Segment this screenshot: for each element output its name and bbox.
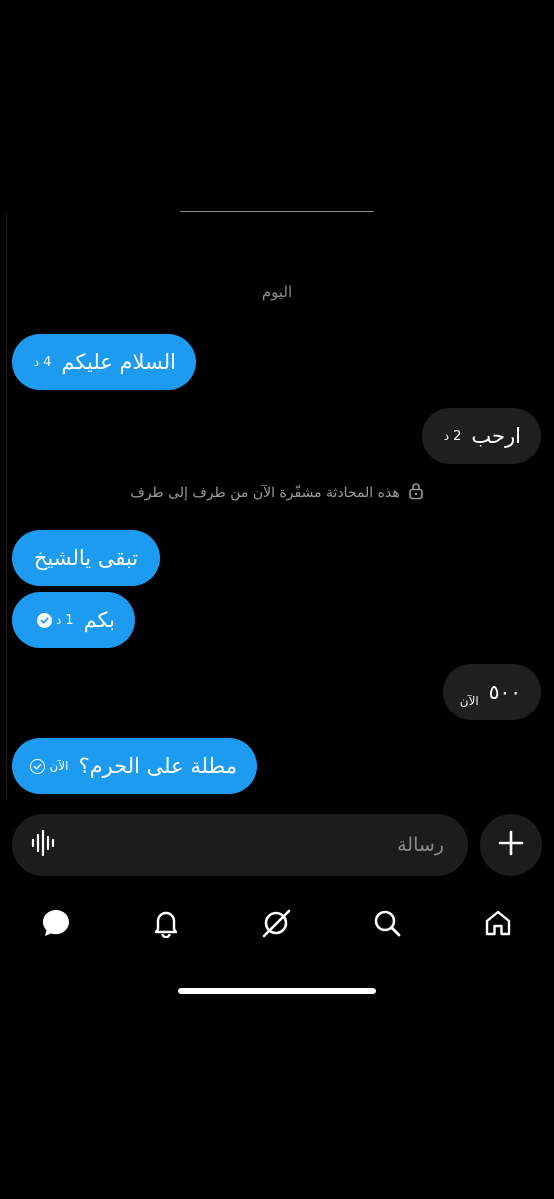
message-bubble-sent[interactable]: تبقى يالشيخ [12, 530, 160, 586]
message-text: بكم [83, 608, 115, 632]
bottom-navigation [0, 900, 554, 946]
nav-notifications[interactable] [149, 906, 183, 940]
message-bubble-sent[interactable]: السلام عليكم 4 د [12, 334, 196, 390]
nav-home[interactable] [481, 906, 515, 940]
message-bubble-sent[interactable]: بكم 1 د [12, 592, 135, 648]
message-composer[interactable]: رسالة [12, 814, 468, 876]
message-time: 1 د [36, 612, 74, 628]
grok-icon [262, 909, 291, 938]
message-time-value: 4 [43, 354, 52, 370]
nav-messages[interactable] [39, 906, 73, 940]
home-indicator [178, 988, 376, 994]
message-bubble-received[interactable]: ٥٠٠ الآن [443, 664, 541, 720]
message-bubble-received[interactable]: ارحب 2 د [422, 408, 541, 464]
message-time-unit: الآن [49, 759, 69, 773]
voice-waveform-icon[interactable] [30, 829, 58, 861]
notifications-icon [154, 911, 178, 938]
message-time: 4 د [34, 355, 52, 370]
encryption-notice: هذه المحادثة مشفّرة الآن من طرف إلى طرف [0, 482, 554, 504]
message-time-value: 1 [65, 612, 74, 628]
nav-search[interactable] [370, 906, 404, 940]
search-icon [374, 910, 401, 937]
message-text: ارحب [471, 424, 521, 448]
message-input[interactable]: رسالة [397, 834, 444, 856]
message-bubble-sent[interactable]: مطلة على الحرم؟ الآن [12, 738, 257, 794]
message-text: مطلة على الحرم؟ [78, 754, 237, 778]
add-attachment-button[interactable] [480, 814, 542, 876]
message-time-unit: د [443, 429, 450, 443]
home-icon [485, 910, 511, 936]
message-time: 2 د [444, 429, 462, 444]
day-label: اليوم [261, 283, 293, 301]
message-time: الآن [30, 758, 69, 774]
message-text: ٥٠٠ [488, 680, 521, 704]
message-time-unit: د [55, 613, 62, 627]
message-text: تبقى يالشيخ [33, 546, 139, 570]
encryption-notice-text: هذه المحادثة مشفّرة الآن من طرف إلى طرف [130, 485, 400, 501]
messages-icon [43, 910, 69, 936]
lock-icon [408, 482, 424, 504]
nav-grok[interactable] [259, 906, 293, 940]
message-time-value: 2 [453, 428, 462, 444]
message-time: الآن [460, 694, 479, 708]
plus-icon [498, 830, 524, 860]
message-text: السلام عليكم [61, 350, 176, 374]
read-check-icon [36, 612, 52, 628]
top-divider [180, 211, 374, 212]
sent-check-icon [30, 758, 46, 774]
message-time-unit: الآن [459, 694, 479, 708]
message-time-unit: د [33, 355, 40, 369]
